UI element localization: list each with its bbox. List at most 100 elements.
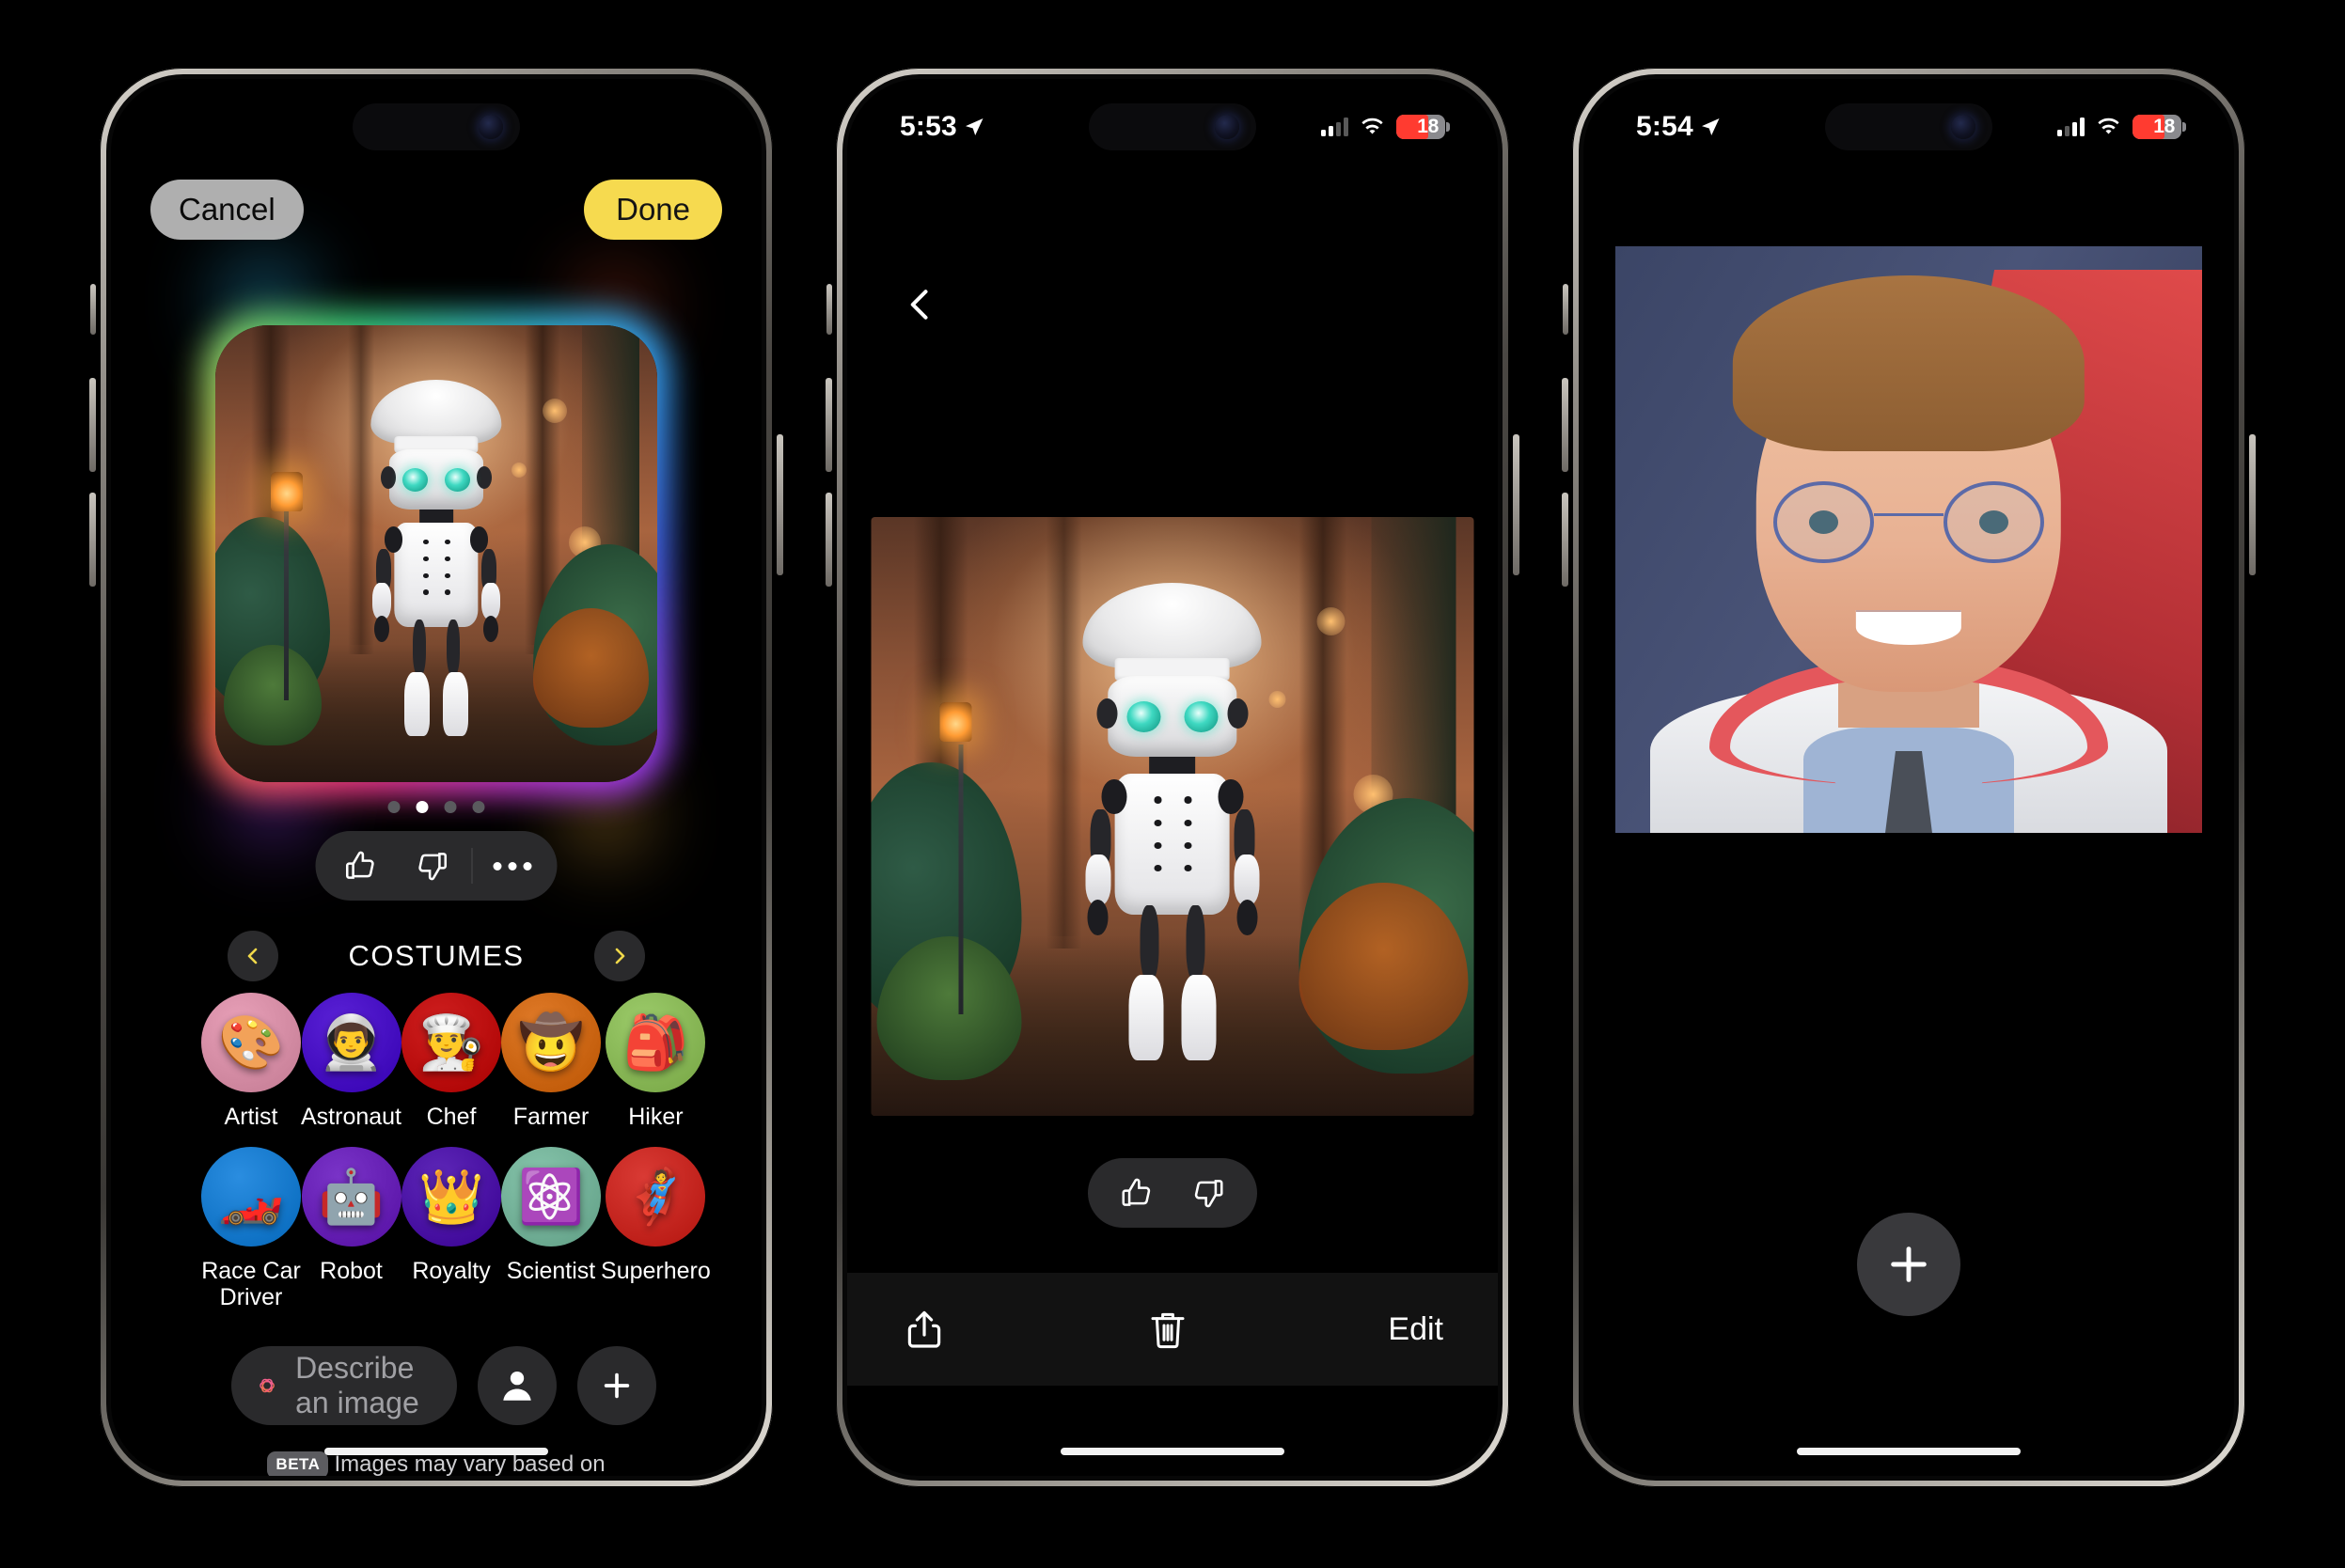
page-dot[interactable] bbox=[444, 801, 457, 813]
volume-down-button[interactable] bbox=[1562, 493, 1568, 587]
thumbs-down-button[interactable] bbox=[397, 831, 468, 901]
volume-up-button[interactable] bbox=[1562, 378, 1568, 472]
volume-down-button[interactable] bbox=[89, 493, 96, 587]
phone-2-status-bar: 5:53 18 bbox=[847, 105, 1498, 149]
back-button[interactable] bbox=[892, 276, 949, 333]
library-item[interactable] bbox=[1615, 246, 2202, 833]
phone-1-frame: Cancel Done bbox=[89, 68, 783, 1487]
describe-image-input[interactable]: Describe an image bbox=[231, 1346, 458, 1425]
page-dot[interactable] bbox=[472, 801, 485, 813]
chef-robot bbox=[1058, 583, 1287, 1086]
home-indicator[interactable] bbox=[1797, 1448, 2021, 1455]
costume-label: Royalty bbox=[412, 1258, 491, 1284]
person-icon bbox=[503, 1371, 531, 1401]
choose-person-button[interactable] bbox=[478, 1346, 558, 1425]
carousel-page-dots[interactable] bbox=[387, 801, 485, 813]
page-dot-active[interactable] bbox=[416, 801, 429, 813]
costume-emoji-icon: ⚛️ bbox=[518, 1167, 584, 1226]
section-title: COSTUMES bbox=[348, 939, 525, 972]
front-camera-icon bbox=[478, 115, 503, 139]
mute-switch[interactable] bbox=[826, 284, 832, 335]
mute-switch[interactable] bbox=[90, 284, 96, 335]
plus-icon bbox=[1891, 1247, 1927, 1282]
more-options-button[interactable] bbox=[477, 831, 548, 901]
cellular-signal-icon bbox=[2057, 118, 2085, 136]
status-right: 18 bbox=[1321, 115, 1450, 139]
phone-3-screen: 5:54 18 bbox=[1583, 79, 2234, 1476]
costume-item[interactable]: 🤖 Robot bbox=[301, 1147, 401, 1310]
power-button[interactable] bbox=[777, 434, 783, 575]
image-library-grid bbox=[1615, 246, 2202, 833]
mute-switch[interactable] bbox=[1563, 284, 1568, 335]
done-button[interactable]: Done bbox=[584, 180, 722, 240]
trash-icon bbox=[1151, 1312, 1185, 1349]
share-button[interactable] bbox=[902, 1307, 947, 1352]
detail-image[interactable] bbox=[871, 517, 1474, 1116]
man-with-cape-thumb bbox=[1615, 246, 2202, 833]
detail-toolbar: Edit bbox=[847, 1273, 1498, 1386]
volume-up-button[interactable] bbox=[89, 378, 96, 472]
costume-emoji-icon: 🎨 bbox=[218, 1012, 284, 1072]
costume-avatar[interactable]: 👨‍🚀 bbox=[301, 993, 401, 1092]
costume-emoji-icon: 👑 bbox=[418, 1167, 484, 1226]
costume-avatar[interactable]: 🦸 bbox=[606, 1147, 706, 1247]
battery-percent: 18 bbox=[2153, 116, 2175, 137]
costume-avatar[interactable]: 🏎️ bbox=[201, 1147, 301, 1247]
costume-item[interactable]: 👑 Royalty bbox=[401, 1147, 502, 1310]
next-category-button[interactable] bbox=[594, 931, 645, 981]
thumbs-down-button[interactable] bbox=[1172, 1158, 1244, 1228]
thumbs-up-button[interactable] bbox=[1101, 1158, 1172, 1228]
carousel-current-image[interactable] bbox=[215, 325, 657, 782]
costume-item[interactable]: 🦸 Superhero bbox=[601, 1147, 711, 1310]
share-icon bbox=[907, 1310, 941, 1348]
previous-category-button[interactable] bbox=[228, 931, 278, 981]
costume-item[interactable]: 🎒 Hiker bbox=[601, 993, 711, 1130]
costume-avatar[interactable]: 🤠 bbox=[501, 993, 602, 1092]
thumbs-up-button[interactable] bbox=[325, 831, 397, 901]
reaction-bar bbox=[315, 831, 558, 901]
power-button[interactable] bbox=[2249, 434, 2256, 575]
phone-1-screen: Cancel Done bbox=[111, 79, 762, 1476]
image-playground-icon bbox=[260, 1378, 275, 1393]
create-image-button[interactable] bbox=[1857, 1213, 1960, 1316]
status-time: 5:53 bbox=[900, 111, 957, 142]
chef-robot-forest-art bbox=[215, 325, 657, 782]
costume-label: Astronaut bbox=[301, 1104, 402, 1130]
battery-indicator: 18 bbox=[2133, 115, 2186, 139]
costume-avatar[interactable]: 👨‍🍳 bbox=[401, 993, 502, 1092]
delete-button[interactable] bbox=[1145, 1307, 1190, 1352]
costume-item[interactable]: 👨‍🍳 Chef bbox=[401, 993, 502, 1130]
costume-avatar[interactable]: 👑 bbox=[401, 1147, 502, 1247]
costumes-section-header: COSTUMES bbox=[111, 923, 762, 989]
costume-avatar[interactable]: 🎨 bbox=[201, 993, 301, 1092]
costume-item[interactable]: ⚛️ Scientist bbox=[501, 1147, 602, 1310]
costume-avatar[interactable]: 🤖 bbox=[301, 1147, 401, 1247]
costume-emoji-icon: 🎒 bbox=[622, 1012, 689, 1072]
home-indicator[interactable] bbox=[1061, 1448, 1284, 1455]
volume-up-button[interactable] bbox=[826, 378, 832, 472]
wifi-icon bbox=[1361, 118, 1383, 134]
costume-item[interactable]: 👨‍🚀 Astronaut bbox=[301, 993, 401, 1130]
home-indicator[interactable] bbox=[324, 1448, 548, 1455]
power-button[interactable] bbox=[1513, 434, 1519, 575]
phone-3-status-bar: 5:54 18 bbox=[1583, 105, 2234, 149]
thumbs-down-icon bbox=[418, 853, 448, 881]
costume-item[interactable]: 🏎️ Race Car Driver bbox=[201, 1147, 301, 1310]
battery-nub bbox=[2182, 122, 2186, 132]
edit-button[interactable]: Edit bbox=[1388, 1311, 1443, 1348]
page-dot[interactable] bbox=[387, 801, 401, 813]
costume-grid: 🎨 Artist 👨‍🚀 Astronaut 👨‍🍳 Chef 🤠 Farmer 🎒 Hiker 🏎… bbox=[111, 993, 762, 1310]
thumbs-down-icon bbox=[1194, 1180, 1223, 1208]
costume-avatar[interactable]: 🎒 bbox=[606, 993, 706, 1092]
costume-emoji-icon: 🤖 bbox=[318, 1167, 385, 1226]
costume-item[interactable]: 🤠 Farmer bbox=[501, 993, 602, 1130]
phone-2-screen: 5:53 18 Edit bbox=[847, 79, 1498, 1476]
cancel-button[interactable]: Cancel bbox=[150, 180, 304, 240]
costume-item[interactable]: 🎨 Artist bbox=[201, 993, 301, 1130]
cellular-signal-icon bbox=[1321, 118, 1348, 136]
volume-down-button[interactable] bbox=[826, 493, 832, 587]
costume-avatar[interactable]: ⚛️ bbox=[501, 1147, 602, 1247]
generated-image-carousel[interactable] bbox=[202, 312, 670, 795]
costume-emoji-icon: 🤠 bbox=[518, 1012, 584, 1072]
add-concept-button[interactable] bbox=[577, 1346, 657, 1425]
